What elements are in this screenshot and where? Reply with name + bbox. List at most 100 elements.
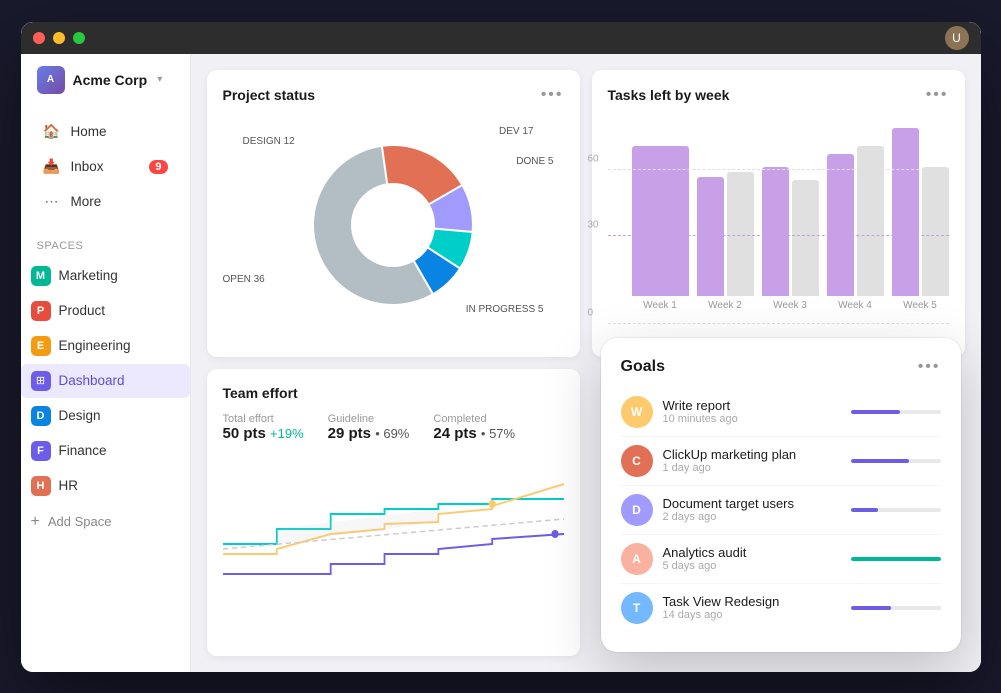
goal-info-2: ClickUp marketing plan 1 day ago [663, 447, 841, 474]
bar-gray-Week 2 [727, 172, 754, 295]
design-label: DESIGN 12 [243, 136, 295, 147]
goal-avatar-3: D [621, 494, 653, 526]
company-icon: A [37, 66, 65, 94]
sidebar-item-home[interactable]: 🏠 Home [27, 115, 184, 149]
space-dot-engineering: E [31, 336, 51, 356]
bar-group-week5: Week 5 [892, 116, 949, 311]
goal-progress-3 [851, 508, 941, 512]
tasks-title: Tasks left by week [608, 87, 730, 103]
stat-guideline: Guideline 29 pts • 69% [328, 413, 410, 442]
tasks-more[interactable]: ••• [926, 86, 949, 104]
stat-label-total: Total effort [223, 413, 304, 425]
sidebar-item-more[interactable]: ⋯ More [27, 185, 184, 219]
close-button[interactable] [33, 32, 45, 44]
inprogress-label: IN PROGRESS 5 [466, 304, 544, 315]
stat-extra-guideline: • 69% [375, 426, 409, 441]
gridline-0 [608, 323, 949, 324]
sidebar-item-inbox[interactable]: 📥 Inbox 9 [27, 150, 184, 184]
project-status-title: Project status [223, 87, 316, 103]
bar-purple-Week 2 [697, 177, 724, 295]
goal-time-4: 5 days ago [663, 560, 841, 572]
goal-time-3: 2 days ago [663, 511, 841, 523]
bar-purple-Week 3 [762, 167, 789, 296]
goals-more[interactable]: ••• [918, 358, 941, 376]
stat-value-guideline: 29 pts • 69% [328, 425, 410, 442]
maximize-button[interactable] [73, 32, 85, 44]
sidebar-item-design[interactable]: D Design [21, 399, 190, 433]
pie-chart-container: DEV 17 DONE 5 IN PROGRESS 5 OPEN 36 DESI… [223, 116, 564, 335]
goal-name-2: ClickUp marketing plan [663, 447, 841, 462]
space-label-product: Product [59, 303, 106, 318]
stat-label-completed: Completed [433, 413, 515, 425]
space-dot-finance: F [31, 441, 51, 461]
space-label-dashboard: Dashboard [59, 373, 125, 388]
y-label-60: 60 [588, 154, 599, 165]
progress-fill-5 [851, 606, 892, 610]
stat-extra-total: +19% [270, 426, 304, 441]
bar-label-Week 4: Week 4 [838, 300, 872, 311]
space-dot-design: D [31, 406, 51, 426]
sidebar-item-dashboard[interactable]: ⊞ Dashboard [21, 364, 190, 398]
minimize-button[interactable] [53, 32, 65, 44]
progress-bg-3 [851, 508, 941, 512]
goal-progress-5 [851, 606, 941, 610]
goal-name-4: Analytics audit [663, 545, 841, 560]
goal-progress-4 [851, 557, 941, 561]
goal-time-5: 14 days ago [663, 609, 841, 621]
bar-label-Week 3: Week 3 [773, 300, 807, 311]
goal-name-1: Write report [663, 398, 841, 413]
title-bar: U [21, 22, 981, 54]
goal-avatar-5: T [621, 592, 653, 624]
space-dot-product: P [31, 301, 51, 321]
goal-item-1: W Write report 10 minutes ago [621, 388, 941, 437]
progress-bg-5 [851, 606, 941, 610]
bar-group-week2: Week 2 [697, 116, 754, 311]
sidebar-item-finance[interactable]: F Finance [21, 434, 190, 468]
bar-group-week3: Week 3 [762, 116, 819, 311]
bar-groups: Week 1Week 2Week 3Week 4Week 5 [632, 116, 949, 335]
goal-item-2: C ClickUp marketing plan 1 day ago [621, 437, 941, 486]
goals-card: Goals ••• W Write report 10 minutes ago … [601, 338, 961, 652]
y-label-0: 0 [588, 307, 594, 318]
bar-purple-Week 5 [892, 128, 919, 295]
goal-name-3: Document target users [663, 496, 841, 511]
stat-value-completed: 24 pts • 57% [433, 425, 515, 442]
sidebar-item-engineering[interactable]: E Engineering [21, 329, 190, 363]
space-label-design: Design [59, 408, 101, 423]
space-dot-hr: H [31, 476, 51, 496]
goal-info-4: Analytics audit 5 days ago [663, 545, 841, 572]
goal-item-4: A Analytics audit 5 days ago [621, 535, 941, 584]
sidebar-item-hr[interactable]: H HR [21, 469, 190, 503]
tasks-by-week-card: Tasks left by week ••• 60 30 0 Week 1Wee… [592, 70, 965, 357]
inbox-badge: 9 [149, 160, 167, 174]
progress-fill-4 [851, 557, 941, 561]
pie-chart [293, 125, 493, 325]
done-label: DONE 5 [516, 156, 553, 167]
sidebar-item-product[interactable]: P Product [21, 294, 190, 328]
line-chart-area [223, 454, 564, 629]
project-status-more[interactable]: ••• [541, 86, 564, 104]
sidebar-item-marketing[interactable]: M Marketing [21, 259, 190, 293]
goal-info-1: Write report 10 minutes ago [663, 398, 841, 425]
space-label-engineering: Engineering [59, 338, 131, 353]
progress-fill-3 [851, 508, 878, 512]
bar-chart-container: 60 30 0 Week 1Week 2Week 3Week 4Week 5 [608, 116, 949, 335]
space-label-hr: HR [59, 478, 79, 493]
plus-icon: + [31, 513, 40, 531]
goals-list: W Write report 10 minutes ago C ClickUp … [621, 388, 941, 632]
tasks-header: Tasks left by week ••• [608, 86, 949, 104]
goal-avatar-4: A [621, 543, 653, 575]
goal-item-5: T Task View Redesign 14 days ago [621, 584, 941, 632]
bar-chart-area: 60 30 0 Week 1Week 2Week 3Week 4Week 5 [608, 116, 949, 335]
add-space-button[interactable]: + Add Space [21, 506, 190, 538]
gridline-60 [608, 169, 949, 170]
open-label: OPEN 36 [223, 274, 265, 285]
company-header[interactable]: A Acme Corp ▾ [21, 54, 190, 106]
user-avatar[interactable]: U [945, 26, 969, 50]
add-space-label: Add Space [48, 514, 112, 529]
bar-gray-Week 3 [792, 180, 819, 296]
space-label-marketing: Marketing [59, 268, 118, 283]
goals-header: Goals ••• [621, 358, 941, 376]
sidebar-label-home: Home [71, 124, 107, 139]
progress-fill-1 [851, 410, 901, 414]
